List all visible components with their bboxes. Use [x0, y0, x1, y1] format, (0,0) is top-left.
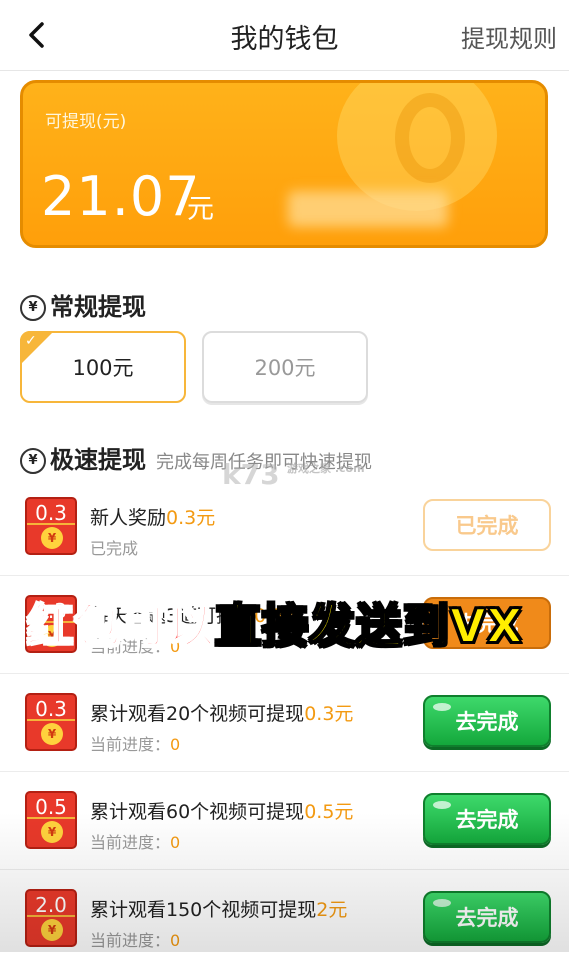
red-envelope-icon: 0.5 ¥ — [25, 791, 77, 849]
button-label: 去完成 — [455, 808, 519, 832]
progress-value: 0 — [170, 931, 181, 950]
task-go-button[interactable]: 去完成 — [423, 891, 551, 943]
balance-card: 可提现(元) 21.07 元 — [20, 80, 548, 248]
task-progress: 当前进度：0 — [90, 927, 180, 951]
coin-icon: ¥ — [41, 723, 63, 745]
task-go-button[interactable]: 去完成 — [423, 793, 551, 845]
balance-unit: 元 — [187, 194, 214, 225]
amount-option-label: 200元 — [254, 356, 316, 380]
envelope-value: 2.0 — [35, 893, 67, 917]
task-name: 累计观看150个视频可提现2元 — [90, 895, 347, 922]
button-shine — [433, 801, 451, 809]
task-progress: 当前进度：0 — [90, 731, 180, 755]
envelope-value: 0.5 — [35, 795, 67, 819]
card-decoration-ring — [395, 93, 465, 183]
envelope-flap — [27, 817, 75, 819]
envelope-value: 0.3 — [35, 501, 67, 525]
regular-withdraw-heading: ¥ 常规提现 — [20, 287, 146, 322]
yen-lightning-icon: ¥ — [20, 448, 46, 474]
caption-part-yellow: 直接发送到VX — [214, 598, 524, 654]
balance-amount: 21.07 — [41, 165, 201, 228]
task-go-button[interactable]: 去完成 — [423, 695, 551, 747]
task-progress: 当前进度：0 — [90, 829, 180, 853]
task-name: 新人奖励0.3元 — [90, 503, 215, 530]
task-name-text: 新人奖励 — [90, 507, 167, 529]
progress-label: 当前进度： — [90, 833, 171, 852]
task-row: 0.5 ¥ 累计观看60个视频可提现0.5元 当前进度：0 去完成 — [0, 771, 569, 870]
regular-withdraw-title: 常规提现 — [50, 293, 146, 321]
amount-option-200[interactable]: 200元 — [202, 331, 368, 403]
button-label: 去完成 — [455, 710, 519, 734]
task-name-text: 累计观看20个视频可提现 — [90, 703, 305, 725]
watermark-small-text: 游戏之家 .com — [287, 462, 365, 475]
yen-circle-icon: ¥ — [20, 295, 46, 321]
promo-caption-overlay: 红包可以直接发送到VX — [26, 590, 524, 656]
task-row: 0.3 ¥ 新人奖励0.3元 已完成 已完成 — [0, 477, 569, 576]
task-name: 累计观看60个视频可提现0.5元 — [90, 797, 353, 824]
task-row: 0.3 ¥ 累计观看20个视频可提现0.3元 当前进度：0 去完成 — [0, 673, 569, 772]
progress-value: 0 — [170, 735, 181, 754]
red-envelope-icon: 0.3 ¥ — [25, 497, 77, 555]
amount-option-100[interactable]: ✓ 100元 — [20, 331, 186, 403]
red-envelope-icon: 0.3 ¥ — [25, 693, 77, 751]
envelope-flap — [27, 915, 75, 917]
task-name-text: 累计观看60个视频可提现 — [90, 801, 305, 823]
coin-icon: ¥ — [41, 821, 63, 843]
task-status: 已完成 — [90, 539, 139, 558]
fast-withdraw-title: 极速提现 — [50, 446, 146, 474]
envelope-value: 0.3 — [35, 697, 67, 721]
button-shine — [433, 899, 451, 907]
button-label: 去完成 — [455, 906, 519, 930]
task-name: 累计观看20个视频可提现0.3元 — [90, 699, 353, 726]
task-name-text: 累计观看150个视频可提现 — [90, 899, 317, 921]
balance-label: 可提现(元) — [45, 112, 127, 132]
coin-icon: ¥ — [41, 919, 63, 941]
blurred-region — [288, 191, 448, 227]
progress-label: 当前进度： — [90, 735, 171, 754]
task-reward: 0.3元 — [304, 703, 354, 725]
task-done-button[interactable]: 已完成 — [423, 499, 551, 551]
progress-value: 0 — [170, 833, 181, 852]
button-shine — [433, 703, 451, 711]
task-reward: 0.3元 — [166, 507, 216, 529]
red-envelope-icon: 2.0 ¥ — [25, 889, 77, 947]
checkmark-icon: ✓ — [25, 333, 37, 349]
top-nav-bar: 我的钱包 提现规则 — [0, 0, 569, 71]
task-reward: 0.5元 — [304, 801, 354, 823]
withdraw-rules-link[interactable]: 提现规则 — [461, 19, 557, 54]
task-reward: 2元 — [316, 899, 348, 921]
progress-label: 当前进度： — [90, 931, 171, 950]
envelope-flap — [27, 719, 75, 721]
envelope-flap — [27, 523, 75, 525]
task-row: 2.0 ¥ 累计观看150个视频可提现2元 当前进度：0 去完成 — [0, 869, 569, 967]
amount-option-label: 100元 — [72, 356, 134, 380]
caption-part-red: 红包可以 — [26, 598, 215, 654]
coin-icon: ¥ — [41, 527, 63, 549]
